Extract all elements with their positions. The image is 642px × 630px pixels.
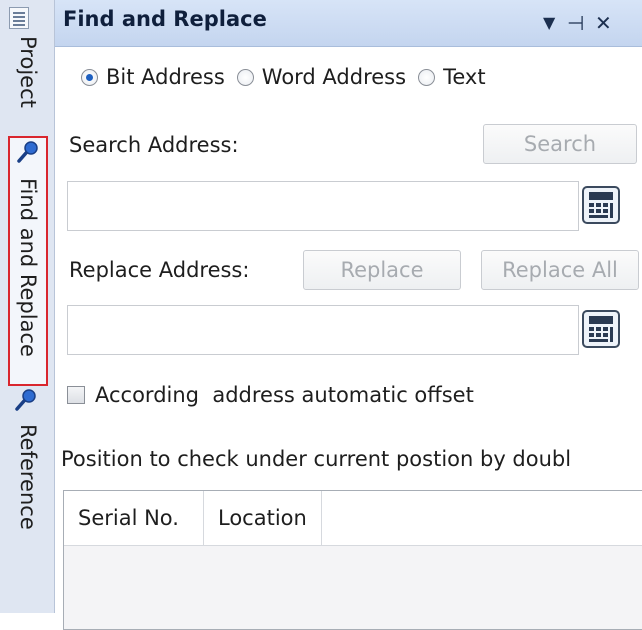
radio-button[interactable] (418, 68, 436, 86)
tab-project-label: Project (16, 36, 40, 108)
find-replace-panel: Find and Replace ▼ ⊣ ✕ Bit Address Word … (55, 0, 642, 630)
auto-offset-checkbox[interactable] (67, 386, 85, 404)
radio-bit-address[interactable]: Bit Address (81, 65, 225, 89)
radio-label: Word Address (261, 65, 407, 89)
panel-title: Find and Replace (63, 7, 267, 31)
radio-label: Text (443, 65, 486, 89)
close-icon[interactable]: ✕ (595, 10, 612, 36)
project-icon[interactable] (9, 7, 29, 29)
results-table[interactable]: Serial No. Location (63, 490, 642, 630)
replace-address-label: Replace Address: (69, 258, 250, 282)
tab-find-and-replace-label: Find and Replace (16, 178, 40, 357)
pin-icon[interactable]: ⊣ (567, 10, 584, 36)
replace-button[interactable]: Replace (303, 250, 461, 290)
radio-button[interactable] (81, 68, 98, 86)
radio-button[interactable] (236, 68, 254, 86)
column-header-location[interactable]: Location (204, 491, 322, 545)
auto-offset-option[interactable]: According address automatic offset (67, 380, 474, 410)
tab-reference[interactable]: Reference (8, 388, 48, 588)
search-button[interactable]: Search (483, 124, 637, 164)
panel-title-bar: Find and Replace ▼ ⊣ ✕ (55, 0, 642, 47)
search-address-label: Search Address: (69, 133, 239, 157)
radio-word-address[interactable]: Word Address (236, 65, 407, 89)
magnifier-icon (16, 140, 40, 164)
replace-all-button[interactable]: Replace All (481, 250, 639, 290)
hint-text: Position to check under current postion … (61, 447, 572, 471)
calculator-icon[interactable] (582, 186, 620, 224)
tab-find-and-replace[interactable]: Find and Replace (8, 136, 48, 386)
search-address-input[interactable] (67, 181, 579, 231)
tab-reference-label: Reference (16, 424, 40, 530)
radio-text[interactable]: Text (418, 65, 486, 89)
auto-offset-label: According address automatic offset (95, 383, 474, 407)
replace-address-input[interactable] (67, 305, 579, 355)
radio-label: Bit Address (106, 65, 225, 89)
column-header-serial-no[interactable]: Serial No. (64, 491, 204, 545)
magnifier-icon (14, 388, 38, 412)
search-mode-group: Bit Address Word Address Text (81, 62, 498, 92)
tab-project[interactable]: Project (8, 36, 48, 136)
side-tab-strip: Project Find and Replace Reference (0, 0, 55, 613)
dropdown-icon[interactable]: ▼ (543, 10, 555, 36)
table-header: Serial No. Location (64, 491, 642, 546)
calculator-icon[interactable] (582, 310, 620, 348)
